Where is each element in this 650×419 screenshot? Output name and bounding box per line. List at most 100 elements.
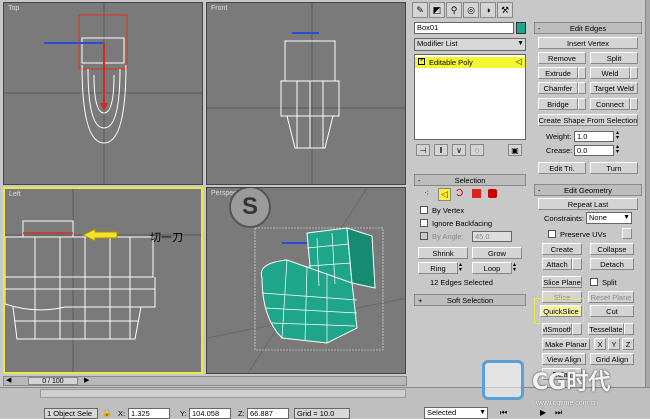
tessellate-button[interactable]: Tessellate xyxy=(588,323,624,335)
ignore-backfacing-checkbox[interactable] xyxy=(420,219,428,227)
track-bar[interactable] xyxy=(40,389,406,398)
vertex-mode-icon[interactable]: ⁖ xyxy=(424,188,429,199)
border-mode-icon[interactable]: Ͻ xyxy=(456,188,463,199)
insert-vertex-button[interactable]: Insert Vertex xyxy=(538,37,638,49)
planarize-x-button[interactable]: X xyxy=(594,338,606,350)
attach-settings-button[interactable] xyxy=(572,258,582,270)
object-name-field[interactable]: Box01 xyxy=(414,22,514,34)
viewport-perspective[interactable]: Perspective S xyxy=(206,187,406,374)
quickslice-button[interactable]: QuickSlice xyxy=(540,305,582,317)
soft-selection-rollout-header[interactable]: + Soft Selection xyxy=(414,294,526,306)
edit-geometry-rollout-header[interactable]: - Edit Geometry xyxy=(534,184,642,196)
tessellate-settings-button[interactable] xyxy=(624,323,634,335)
logo-watermark: S xyxy=(229,188,271,228)
viewport-left[interactable]: Left 切一刀 xyxy=(3,187,203,374)
grow-button[interactable]: Grow xyxy=(472,247,522,259)
z-coord-field[interactable]: 66.887 xyxy=(247,408,289,419)
viewport-front[interactable]: Front xyxy=(206,2,406,185)
turn-button[interactable]: Turn xyxy=(590,162,638,174)
weight-field[interactable]: 1.0 xyxy=(574,131,614,142)
msmooth-settings-button[interactable] xyxy=(572,323,582,335)
selection-rollout-header[interactable]: - Selection xyxy=(414,174,526,186)
expand-icon[interactable]: + xyxy=(418,58,425,65)
configure-sets-icon[interactable]: ▣ xyxy=(508,144,522,156)
crease-field[interactable]: 0.0 xyxy=(574,145,614,156)
preserve-uvs-settings-button[interactable] xyxy=(622,228,632,239)
planarize-y-button[interactable]: Y xyxy=(608,338,620,350)
create-tab-icon[interactable]: ✎ xyxy=(412,2,428,18)
cut-button[interactable]: Cut xyxy=(590,305,634,317)
pin-stack-icon[interactable]: ⊣ xyxy=(416,144,430,156)
modifier-stack[interactable]: + Editable Poly ◁ xyxy=(414,54,526,140)
extrude-settings-button[interactable] xyxy=(578,67,586,79)
polygon-mode-icon[interactable] xyxy=(472,189,481,198)
object-color-swatch[interactable] xyxy=(516,22,526,34)
y-coord-field[interactable]: 104.058 xyxy=(189,408,231,419)
repeat-last-button[interactable]: Repeat Last xyxy=(538,198,638,210)
selection-title: Selection xyxy=(454,176,486,185)
edit-edges-rollout-header[interactable]: - Edit Edges xyxy=(534,22,642,34)
loop-spinner-icon[interactable]: ▴ ▾ xyxy=(513,262,516,273)
weld-button[interactable]: Weld xyxy=(590,67,630,79)
bridge-button[interactable]: Bridge xyxy=(538,98,578,110)
edit-tri-button[interactable]: Edit Tri. xyxy=(538,162,586,174)
create-button[interactable]: Create xyxy=(542,243,582,255)
connect-button[interactable]: Connect xyxy=(590,98,630,110)
watermark-brand: CG时代 xyxy=(532,370,611,395)
modify-tab-icon[interactable]: ◩ xyxy=(429,2,445,18)
display-tab-icon[interactable]: ◑ xyxy=(480,2,496,18)
left-view-mesh xyxy=(5,189,201,372)
weight-spinner-icon[interactable]: ▴ ▾ xyxy=(616,130,619,141)
target-weld-button[interactable]: Target Weld xyxy=(590,82,638,94)
chamfer-settings-button[interactable] xyxy=(578,82,586,94)
make-planar-button[interactable]: Make Planar xyxy=(542,338,590,350)
utilities-tab-icon[interactable]: ⚒ xyxy=(497,2,513,18)
lock-selection-icon[interactable]: 🔒 xyxy=(102,408,112,417)
extrude-button[interactable]: Extrude xyxy=(538,67,578,79)
create-shape-button[interactable]: Create Shape From Selection xyxy=(538,114,638,126)
split-checkbox[interactable] xyxy=(590,278,598,286)
timeline-next-arrow-icon[interactable]: ▶ xyxy=(84,376,89,384)
motion-tab-icon[interactable]: ◎ xyxy=(463,2,479,18)
remove-button[interactable]: Remove xyxy=(538,52,586,64)
command-panel-scrollbar[interactable] xyxy=(645,0,650,387)
collapse-button[interactable]: Collapse xyxy=(590,243,634,255)
chevron-down-icon: ▼ xyxy=(623,214,630,221)
selection-count-field: 1 Object Sele xyxy=(44,408,98,419)
weld-settings-button[interactable] xyxy=(630,67,638,79)
x-coord-field[interactable]: 1.325 xyxy=(128,408,170,419)
remove-modifier-icon[interactable]: ◌ xyxy=(470,144,484,156)
constraints-value: None xyxy=(589,213,607,222)
planarize-z-button[interactable]: Z xyxy=(622,338,634,350)
ring-button[interactable]: Ring xyxy=(418,262,458,274)
crease-spinner-icon[interactable]: ▴ ▾ xyxy=(616,144,619,155)
attach-button[interactable]: Attach xyxy=(542,258,572,270)
loop-button[interactable]: Loop xyxy=(472,262,512,274)
constraints-dropdown[interactable]: None ▼ xyxy=(586,212,632,224)
viewport-top[interactable]: Top xyxy=(3,2,203,185)
bridge-settings-button[interactable] xyxy=(578,98,586,110)
connect-settings-button[interactable] xyxy=(630,98,638,110)
timeline[interactable]: 0 / 100 ◀ ▶ xyxy=(3,376,407,386)
selection-set-dropdown[interactable]: Selected ▼ xyxy=(424,407,488,419)
by-vertex-checkbox[interactable] xyxy=(420,206,428,214)
modifier-list-dropdown[interactable]: Modifier List ▼ xyxy=(414,38,526,51)
element-mode-icon[interactable] xyxy=(488,189,497,198)
shrink-button[interactable]: Shrink xyxy=(418,247,468,259)
timeline-prev-arrow-icon[interactable]: ◀ xyxy=(6,376,11,384)
time-slider[interactable]: 0 / 100 xyxy=(28,377,78,385)
detach-button[interactable]: Detach xyxy=(590,258,634,270)
split-button[interactable]: Split xyxy=(590,52,638,64)
stack-item-editable-poly[interactable]: + Editable Poly ◁ xyxy=(415,57,525,68)
msmooth-button[interactable]: MSmooth xyxy=(542,323,572,335)
ring-spinner-icon[interactable]: ▴ ▾ xyxy=(459,262,462,273)
show-end-result-icon[interactable]: ‖ xyxy=(434,144,448,156)
chamfer-button[interactable]: Chamfer xyxy=(538,82,578,94)
make-unique-icon[interactable]: ∨ xyxy=(452,144,466,156)
by-angle-checkbox[interactable] xyxy=(420,232,428,240)
edge-mode-icon[interactable]: ◁ xyxy=(438,188,451,201)
slice-plane-button[interactable]: Slice Plane xyxy=(542,276,582,288)
by-angle-field[interactable]: 45.0 xyxy=(472,231,512,242)
preserve-uvs-checkbox[interactable] xyxy=(548,230,556,238)
hierarchy-tab-icon[interactable]: ⚲ xyxy=(446,2,462,18)
